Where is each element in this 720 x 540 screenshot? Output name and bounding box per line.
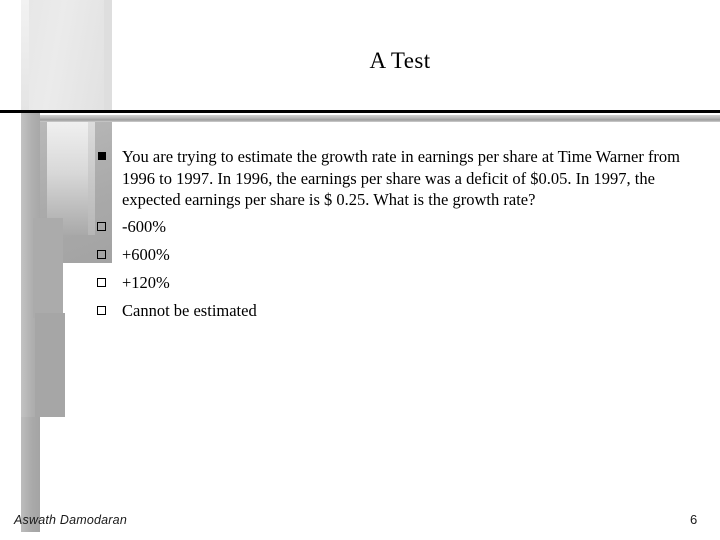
hollow-square-bullet-icon bbox=[92, 298, 122, 315]
slide-body: You are trying to estimate the growth ra… bbox=[92, 146, 692, 323]
decor-top-panel bbox=[21, 0, 112, 112]
bullet-text-option-1: -600% bbox=[122, 216, 166, 236]
decor-top-panel-edge bbox=[104, 0, 112, 112]
filled-square-bullet-icon bbox=[92, 146, 122, 160]
title-rule-black bbox=[0, 110, 720, 113]
slide-title: A Test bbox=[369, 48, 431, 73]
decor-block-lower bbox=[35, 313, 65, 417]
title-rule-gray bbox=[40, 115, 720, 122]
bullet-item-option-1[interactable]: -600% bbox=[92, 214, 692, 239]
bullet-item-question: You are trying to estimate the growth ra… bbox=[92, 146, 692, 211]
hollow-square-bullet-icon bbox=[92, 214, 122, 231]
bullet-text-question: You are trying to estimate the growth ra… bbox=[122, 147, 681, 209]
footer-author: Aswath Damodaran bbox=[14, 513, 127, 527]
bullet-item-option-4[interactable]: Cannot be estimated bbox=[92, 298, 692, 323]
bullet-item-option-3[interactable]: +120% bbox=[92, 270, 692, 295]
bullet-text-option-4: Cannot be estimated bbox=[122, 300, 257, 320]
bullet-text-option-3: +120% bbox=[122, 272, 170, 292]
decor-top-panel-highlight bbox=[21, 0, 29, 112]
hollow-square-bullet-icon bbox=[92, 242, 122, 259]
bullet-item-option-2[interactable]: +600% bbox=[92, 242, 692, 267]
slide-canvas: A Test You are trying to estimate the gr… bbox=[0, 0, 720, 540]
footer-page-number: 6 bbox=[690, 512, 698, 527]
decor-block-middle bbox=[33, 218, 63, 318]
hollow-square-bullet-icon bbox=[92, 270, 122, 287]
bullet-text-option-2: +600% bbox=[122, 244, 170, 264]
